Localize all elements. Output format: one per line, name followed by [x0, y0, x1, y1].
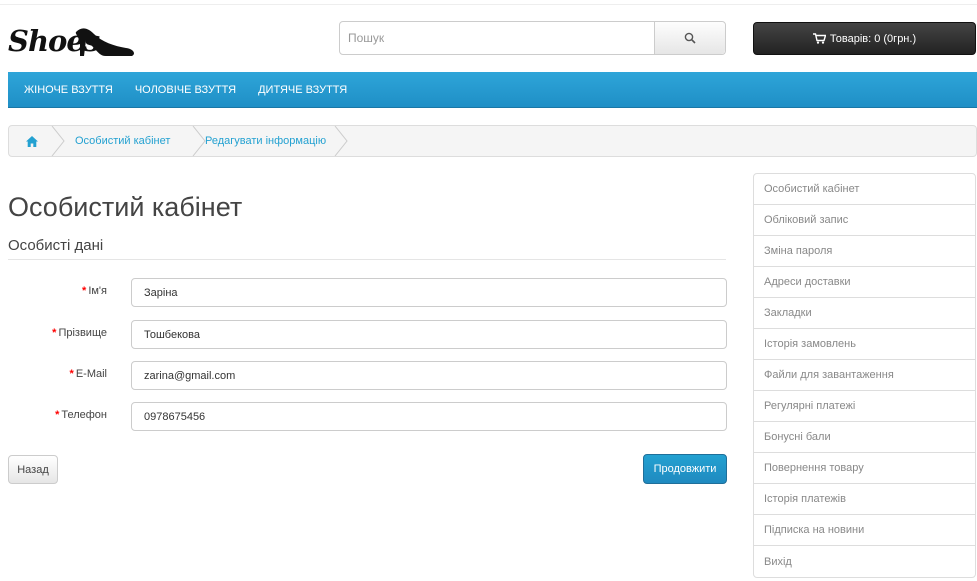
required-mark: * — [82, 285, 87, 297]
search-input[interactable] — [340, 22, 654, 54]
logo[interactable]: Shoes — [8, 22, 138, 62]
email-field[interactable] — [131, 361, 727, 390]
sidebar-item-order-history[interactable]: Історія замовлень — [754, 329, 975, 360]
first-name-label-text: Ім'я — [88, 285, 107, 297]
menu-item-kids-shoes[interactable]: ДИТЯЧЕ ВЗУТТЯ — [258, 84, 347, 96]
breadcrumb-home[interactable] — [26, 126, 38, 156]
cart-icon — [812, 33, 826, 44]
sidebar-item-downloads[interactable]: Файли для завантаження — [754, 360, 975, 391]
high-heel-shoe-icon — [75, 28, 134, 56]
last-name-label: * Прізвище — [7, 327, 107, 339]
last-name-field[interactable] — [131, 320, 727, 349]
required-mark: * — [52, 327, 57, 339]
sidebar-item-reward-points[interactable]: Бонусні бали — [754, 422, 975, 453]
required-mark: * — [69, 368, 74, 380]
search-button[interactable] — [654, 22, 725, 54]
cart-label: Товарів: 0 (0грн.) — [829, 32, 917, 45]
home-icon — [26, 135, 38, 147]
sidebar-item-newsletter[interactable]: Підписка на новини — [754, 515, 975, 546]
section-title: Особисті дані — [8, 237, 104, 254]
page-title: Особистий кабінет — [8, 192, 243, 222]
top-divider — [0, 4, 977, 5]
phone-field[interactable] — [131, 402, 727, 431]
sidebar-item-password[interactable]: Зміна пароля — [754, 236, 975, 267]
breadcrumb-edit-info[interactable]: Редагувати інформацію — [205, 126, 326, 156]
first-name-label: * Ім'я — [7, 285, 107, 297]
search-icon — [684, 32, 696, 44]
sidebar-item-returns[interactable]: Повернення товару — [754, 453, 975, 484]
menu-item-men-shoes[interactable]: ЧОЛОВІЧЕ ВЗУТТЯ — [135, 84, 236, 96]
phone-label-text: Телефон — [61, 409, 107, 421]
sidebar-item-account[interactable]: Особистий кабінет — [754, 174, 975, 205]
phone-label: * Телефон — [7, 409, 107, 421]
sidebar-item-recurring[interactable]: Регулярні платежі — [754, 391, 975, 422]
cart-button[interactable]: Товарів: 0 (0грн.) — [753, 22, 976, 55]
search-bar — [339, 21, 726, 55]
email-label: * E-Mail — [7, 368, 107, 380]
last-name-label-text: Прізвище — [58, 327, 107, 339]
sidebar-item-wishlist[interactable]: Закладки — [754, 298, 975, 329]
breadcrumb-separator — [192, 126, 206, 156]
required-mark: * — [55, 409, 60, 421]
email-label-text: E-Mail — [75, 368, 107, 380]
first-name-field[interactable] — [131, 278, 727, 307]
continue-button[interactable]: Продовжити — [643, 454, 727, 484]
menu-item-women-shoes[interactable]: ЖІНОЧЕ ВЗУТТЯ — [24, 84, 113, 96]
sidebar-item-edit-account[interactable]: Обліковий запис — [754, 205, 975, 236]
main-menu: ЖІНОЧЕ ВЗУТТЯ ЧОЛОВІЧЕ ВЗУТТЯ ДИТЯЧЕ ВЗУ… — [8, 72, 977, 108]
breadcrumb-account[interactable]: Особистий кабінет — [75, 126, 170, 156]
sidebar-item-addresses[interactable]: Адреси доставки — [754, 267, 975, 298]
account-sidebar: Особистий кабінет Обліковий запис Зміна … — [753, 173, 976, 578]
sidebar-item-transactions[interactable]: Історія платежів — [754, 484, 975, 515]
breadcrumb: Особистий кабінет Редагувати інформацію — [8, 125, 977, 157]
section-divider — [8, 259, 726, 260]
back-button[interactable]: Назад — [8, 455, 58, 484]
breadcrumb-separator — [51, 126, 65, 156]
sidebar-item-logout[interactable]: Вихід — [754, 546, 975, 577]
breadcrumb-separator — [334, 126, 348, 156]
